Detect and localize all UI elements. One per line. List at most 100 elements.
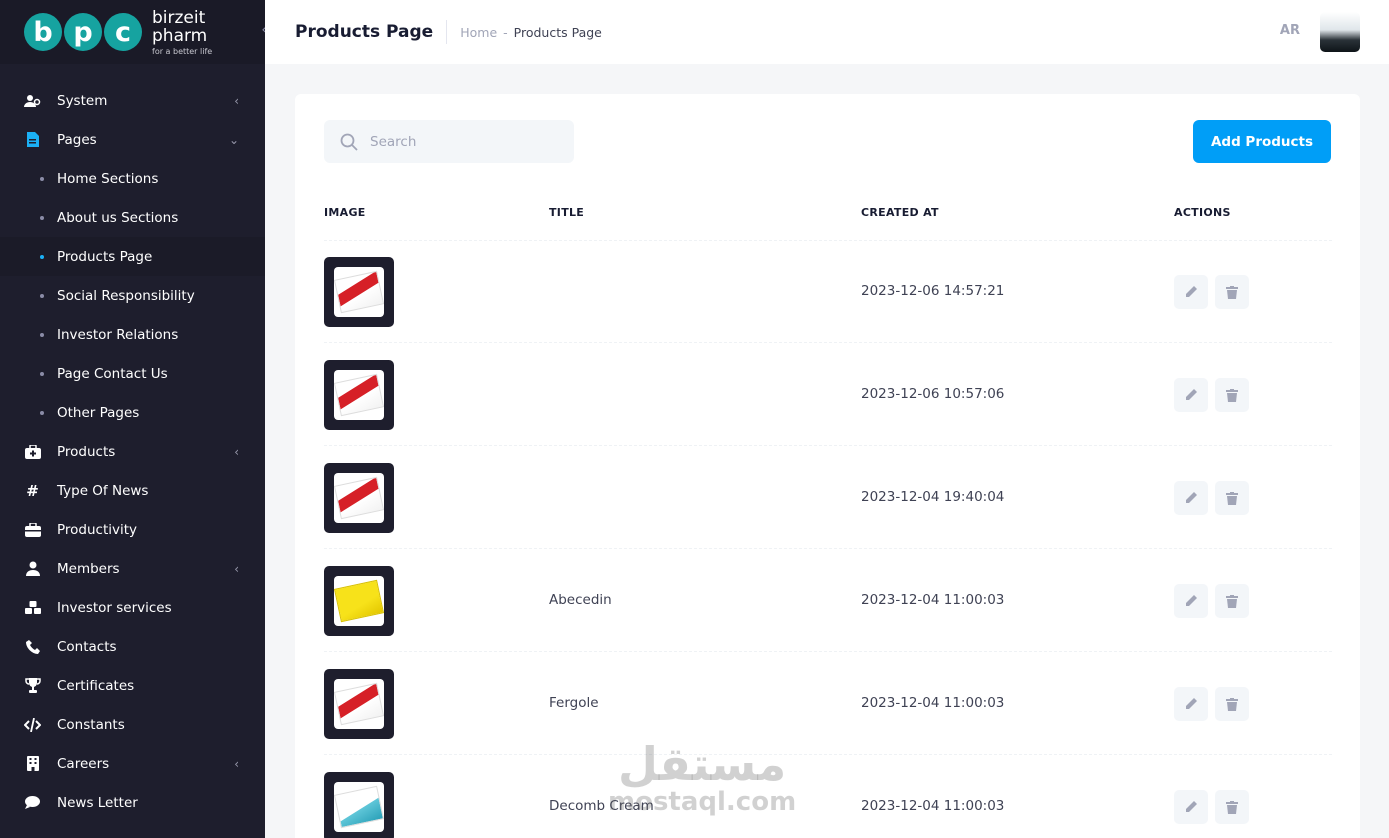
- product-image[interactable]: [324, 566, 394, 636]
- trophy-icon: [24, 677, 41, 694]
- bullet-icon: [40, 176, 44, 181]
- trash-icon: [1226, 388, 1238, 402]
- delete-button[interactable]: [1215, 481, 1249, 515]
- sidebar-item-pages[interactable]: Pages ⌄: [0, 120, 265, 159]
- watermark-arabic: مستقل: [617, 737, 787, 791]
- logo-letter-b: b: [24, 13, 62, 51]
- delete-button[interactable]: [1215, 378, 1249, 412]
- edit-button[interactable]: [1174, 584, 1208, 618]
- search-input[interactable]: [370, 133, 550, 150]
- top-header: Products Page Home - Products Page AR: [265, 0, 1389, 64]
- user-icon: [24, 560, 41, 577]
- trash-icon: [1226, 594, 1238, 608]
- bullet-icon: [40, 371, 44, 376]
- product-box-image: [333, 682, 385, 726]
- language-switch[interactable]: AR: [1280, 23, 1300, 38]
- delete-button[interactable]: [1215, 790, 1249, 824]
- bullet-icon: [40, 293, 44, 298]
- medkit-icon: [24, 443, 41, 460]
- delete-button[interactable]: [1215, 687, 1249, 721]
- sidebar-item-label: Careers: [57, 755, 110, 772]
- delete-button[interactable]: [1215, 584, 1249, 618]
- sidebar-subitem-other-pages[interactable]: Other Pages: [0, 393, 265, 432]
- edit-button[interactable]: [1174, 687, 1208, 721]
- search-box[interactable]: [324, 120, 574, 163]
- users-cog-icon: [24, 92, 41, 109]
- bullet-icon: [40, 410, 44, 415]
- product-title: Fergole: [549, 695, 599, 711]
- watermark: مستقل mostaql.com: [608, 740, 796, 816]
- trash-icon: [1226, 285, 1238, 299]
- chevron-down-icon: ⌄: [228, 132, 239, 147]
- sidebar-item-investor-services[interactable]: Investor services: [0, 588, 265, 627]
- building-icon: [24, 755, 41, 772]
- avatar[interactable]: [1320, 12, 1360, 52]
- column-header-created-at: CREATED AT: [861, 206, 939, 219]
- sidebar-item-label: Type Of News: [57, 482, 149, 499]
- sidebar-item-products[interactable]: Products ‹: [0, 432, 265, 471]
- product-image[interactable]: [324, 463, 394, 533]
- sidebar-subitem-label: Investor Relations: [57, 326, 179, 343]
- search-icon: [340, 133, 358, 151]
- brand-tagline: for a better life: [152, 46, 213, 56]
- product-image[interactable]: [324, 257, 394, 327]
- sidebar-subitem-page-contact-us[interactable]: Page Contact Us: [0, 354, 265, 393]
- trash-icon: [1226, 800, 1238, 814]
- sidebar-item-label: Certificates: [57, 677, 135, 694]
- product-created-at: 2023-12-06 10:57:06: [861, 386, 1005, 402]
- delete-button[interactable]: [1215, 275, 1249, 309]
- edit-button[interactable]: [1174, 275, 1208, 309]
- sidebar-subitem-about-us-sections[interactable]: About us Sections: [0, 198, 265, 237]
- product-box-image: [333, 373, 385, 417]
- product-created-at: 2023-12-06 14:57:21: [861, 283, 1005, 299]
- column-header-title: TITLE: [549, 206, 585, 219]
- product-created-at: 2023-12-04 11:00:03: [861, 592, 1005, 608]
- sidebar-item-label: Productivity: [57, 521, 138, 538]
- bullet-icon: [40, 215, 44, 220]
- sidebar-item-label: News Letter: [57, 794, 138, 811]
- product-image[interactable]: [324, 772, 394, 838]
- sidebar-item-careers[interactable]: Careers ‹: [0, 744, 265, 783]
- product-title: Abecedin: [549, 592, 612, 608]
- phone-icon: [24, 638, 41, 655]
- product-image[interactable]: [324, 360, 394, 430]
- edit-button[interactable]: [1174, 378, 1208, 412]
- sidebar-subitem-label: Page Contact Us: [57, 365, 168, 382]
- sidebar-subitem-home-sections[interactable]: Home Sections: [0, 159, 265, 198]
- product-image[interactable]: [324, 669, 394, 739]
- sidebar-item-label: Pages: [57, 131, 97, 148]
- breadcrumb-home-link[interactable]: Home: [460, 25, 497, 40]
- table-row: 2023-12-06 14:57:21: [324, 240, 1332, 343]
- column-header-actions: ACTIONS: [1174, 206, 1231, 219]
- logo[interactable]: b p c: [24, 13, 144, 51]
- briefcase-icon: [24, 521, 41, 538]
- cubes-icon: [24, 599, 41, 616]
- sidebar-item-system[interactable]: System ‹: [0, 81, 265, 120]
- sidebar-item-members[interactable]: Members ‹: [0, 549, 265, 588]
- sidebar-subitem-products-page[interactable]: Products Page: [0, 237, 265, 276]
- add-products-button[interactable]: Add Products: [1193, 120, 1331, 163]
- product-box-image: [333, 785, 385, 829]
- sidebar-item-label: Constants: [57, 716, 125, 733]
- sidebar-item-productivity[interactable]: Productivity: [0, 510, 265, 549]
- sidebar-subitem-label: Products Page: [57, 248, 153, 265]
- edit-button[interactable]: [1174, 790, 1208, 824]
- product-created-at: 2023-12-04 11:00:03: [861, 798, 1005, 814]
- sidebar-subitem-label: Other Pages: [57, 404, 140, 421]
- sidebar-item-constants[interactable]: Constants: [0, 705, 265, 744]
- sidebar-subitem-social-responsibility[interactable]: Social Responsibility: [0, 276, 265, 315]
- sidebar-item-contacts[interactable]: Contacts: [0, 627, 265, 666]
- sidebar-item-type-of-news[interactable]: # Type Of News: [0, 471, 265, 510]
- watermark-latin: mostaql.com: [608, 787, 797, 817]
- sidebar-item-news-letter[interactable]: News Letter: [0, 783, 265, 822]
- trash-icon: [1226, 491, 1238, 505]
- sidebar-item-label: Contacts: [57, 638, 117, 655]
- bullet-icon: [40, 254, 44, 259]
- sidebar: b p c birzeit pharm for a better life ‹ …: [0, 0, 267, 838]
- sidebar-subitem-investor-relations[interactable]: Investor Relations: [0, 315, 265, 354]
- breadcrumb-separator: -: [503, 24, 508, 40]
- table-row: 2023-12-06 10:57:06: [324, 343, 1332, 446]
- sidebar-item-certificates[interactable]: Certificates: [0, 666, 265, 705]
- pencil-icon: [1186, 801, 1197, 812]
- edit-button[interactable]: [1174, 481, 1208, 515]
